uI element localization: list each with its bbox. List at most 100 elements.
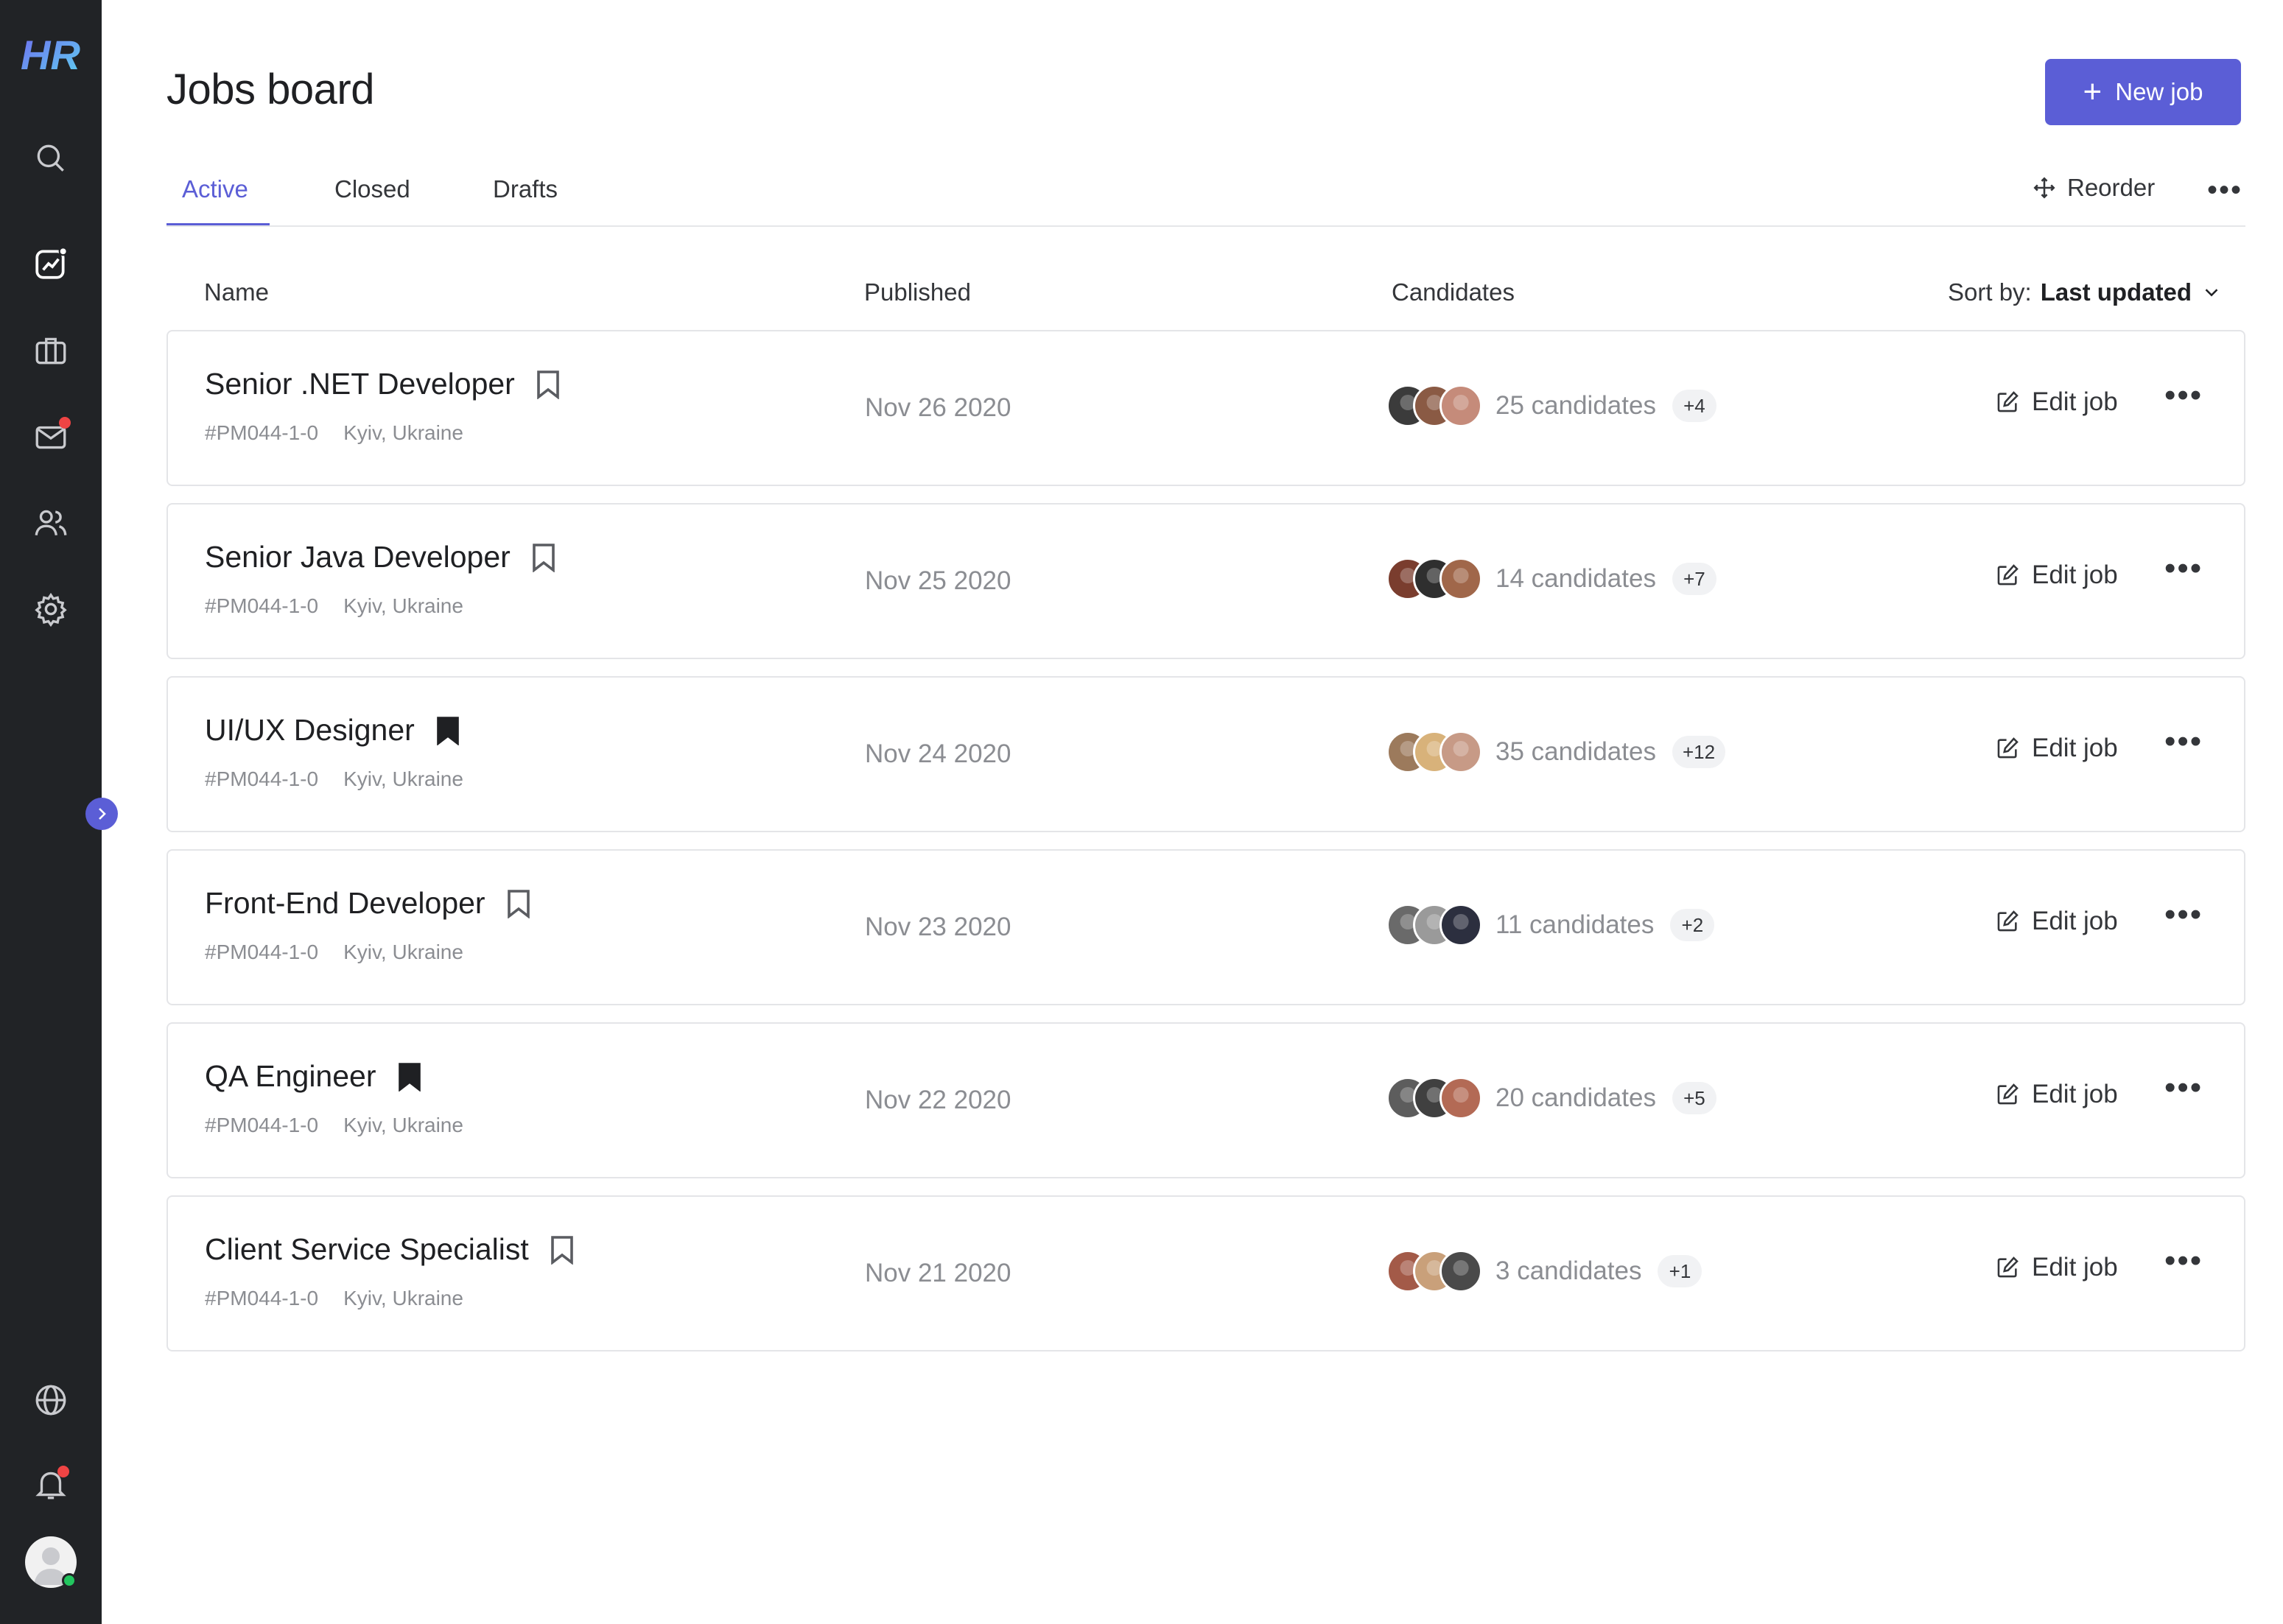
column-candidates[interactable]: Candidates [1392, 278, 1515, 306]
briefcase-icon[interactable] [27, 326, 75, 375]
column-name[interactable]: Name [204, 278, 269, 306]
extra-candidates-badge: +5 [1672, 1082, 1716, 1114]
edit-job-label: Edit job [2032, 907, 2118, 935]
job-location: Kyiv, Ukraine [343, 421, 463, 444]
new-job-button[interactable]: + New job [2045, 59, 2241, 125]
hr-logo[interactable]: HR [19, 32, 83, 77]
bell-icon[interactable] [27, 1460, 75, 1508]
sort-prefix: Sort by: [1948, 278, 2032, 306]
more-options-icon[interactable]: ••• [2207, 174, 2242, 207]
bell-notification-dot [57, 1466, 69, 1477]
mail-icon[interactable] [27, 412, 75, 461]
sidebar-expand-button[interactable] [85, 798, 118, 830]
row-more-icon[interactable]: ••• [2164, 377, 2203, 414]
tab-drafts[interactable]: Drafts [493, 166, 558, 227]
candidates-count: 3 candidates [1495, 1256, 1642, 1285]
plus-icon: + [2083, 74, 2103, 110]
job-location: Kyiv, Ukraine [343, 594, 463, 617]
job-published-date: Nov 23 2020 [865, 913, 1011, 941]
edit-job-button[interactable]: Edit job [1995, 734, 2118, 763]
tab-active[interactable]: Active [182, 166, 248, 227]
candidates-count: 35 candidates [1495, 737, 1656, 766]
job-code: #PM044-1-0 [205, 421, 319, 444]
job-row[interactable]: Senior .NET Developer #PM044-1-0 Kyiv, U… [166, 330, 2245, 486]
edit-job-button[interactable]: Edit job [1995, 1080, 2118, 1109]
job-meta: #PM044-1-0 Kyiv, Ukraine [205, 941, 463, 964]
bookmark-filled-icon[interactable] [435, 716, 460, 745]
new-job-label: New job [2115, 78, 2203, 105]
users-icon[interactable] [27, 499, 75, 547]
edit-job-label: Edit job [2032, 1080, 2118, 1108]
job-row[interactable]: Client Service Specialist #PM044-1-0 Kyi… [166, 1195, 2245, 1351]
candidates-count: 20 candidates [1495, 1083, 1656, 1112]
edit-job-button[interactable]: Edit job [1995, 560, 2118, 590]
edit-icon [1997, 737, 2019, 759]
edit-icon [1997, 1083, 2019, 1105]
chevron-right-icon [99, 808, 106, 820]
reorder-button[interactable]: Reorder [2032, 174, 2155, 202]
job-code: #PM044-1-0 [205, 941, 319, 963]
row-more-icon[interactable]: ••• [2164, 550, 2203, 587]
reorder-label: Reorder [2067, 174, 2156, 201]
bookmark-filled-icon[interactable] [397, 1062, 422, 1092]
sort-dropdown[interactable]: Sort by: Last updated [1948, 278, 2223, 306]
bookmark-outline-icon[interactable] [531, 543, 556, 572]
job-title[interactable]: Senior Java Developer [205, 540, 556, 574]
row-more-icon[interactable]: ••• [2164, 1069, 2203, 1106]
page-title: Jobs board [166, 66, 374, 113]
candidate-avatar [1439, 558, 1482, 600]
job-title-text: UI/UX Designer [205, 713, 415, 747]
job-title[interactable]: Client Service Specialist [205, 1232, 575, 1267]
job-meta: #PM044-1-0 Kyiv, Ukraine [205, 1114, 463, 1137]
bookmark-outline-icon[interactable] [536, 370, 561, 399]
job-title[interactable]: Front-End Developer [205, 886, 531, 921]
job-row[interactable]: Front-End Developer #PM044-1-0 Kyiv, Ukr… [166, 849, 2245, 1005]
candidates-count: 14 candidates [1495, 564, 1656, 593]
candidate-avatar [1439, 384, 1482, 427]
candidates-group[interactable]: 14 candidates +7 [1386, 558, 1716, 600]
job-title[interactable]: UI/UX Designer [205, 713, 460, 748]
online-status-dot [62, 1573, 77, 1588]
edit-job-label: Edit job [2032, 734, 2118, 762]
tab-closed[interactable]: Closed [334, 166, 410, 227]
sort-value: Last updated [2040, 278, 2192, 306]
candidates-group[interactable]: 35 candidates +12 [1386, 731, 1726, 773]
candidates-group[interactable]: 11 candidates +2 [1386, 904, 1715, 946]
candidate-avatar [1439, 904, 1482, 946]
edit-icon [1997, 391, 2019, 412]
settings-icon[interactable] [27, 585, 75, 633]
job-row[interactable]: UI/UX Designer #PM044-1-0 Kyiv, Ukraine … [166, 676, 2245, 832]
edit-icon [1997, 910, 2019, 932]
analytics-icon[interactable] [27, 239, 75, 288]
edit-job-button[interactable]: Edit job [1995, 1253, 2118, 1282]
row-more-icon[interactable]: ••• [2164, 723, 2203, 760]
row-more-icon[interactable]: ••• [2164, 1242, 2203, 1279]
candidate-avatar [1439, 731, 1482, 773]
job-row[interactable]: QA Engineer #PM044-1-0 Kyiv, Ukraine Nov… [166, 1022, 2245, 1178]
job-published-date: Nov 26 2020 [865, 393, 1011, 422]
extra-candidates-badge: +2 [1670, 909, 1715, 941]
job-location: Kyiv, Ukraine [343, 1287, 463, 1310]
job-row[interactable]: Senior Java Developer #PM044-1-0 Kyiv, U… [166, 503, 2245, 659]
edit-icon [1997, 564, 2019, 586]
edit-job-button[interactable]: Edit job [1995, 387, 2118, 417]
job-title[interactable]: QA Engineer [205, 1059, 422, 1094]
candidates-group[interactable]: 25 candidates +4 [1386, 384, 1716, 427]
job-title-text: Senior Java Developer [205, 540, 511, 574]
chevron-down-icon [2205, 289, 2218, 297]
bookmark-outline-icon[interactable] [506, 889, 531, 918]
candidates-group[interactable]: 20 candidates +5 [1386, 1077, 1716, 1119]
extra-candidates-badge: +4 [1672, 390, 1716, 422]
job-location: Kyiv, Ukraine [343, 767, 463, 790]
job-title-text: Client Service Specialist [205, 1232, 529, 1266]
candidates-group[interactable]: 3 candidates +1 [1386, 1250, 1702, 1293]
column-published[interactable]: Published [864, 278, 971, 306]
globe-icon[interactable] [27, 1376, 75, 1424]
bookmark-outline-icon[interactable] [550, 1235, 575, 1265]
job-title[interactable]: Senior .NET Developer [205, 367, 561, 401]
edit-job-button[interactable]: Edit job [1995, 907, 2118, 936]
row-more-icon[interactable]: ••• [2164, 896, 2203, 933]
job-meta: #PM044-1-0 Kyiv, Ukraine [205, 1287, 463, 1310]
search-icon[interactable] [27, 134, 75, 183]
job-meta: #PM044-1-0 Kyiv, Ukraine [205, 767, 463, 791]
